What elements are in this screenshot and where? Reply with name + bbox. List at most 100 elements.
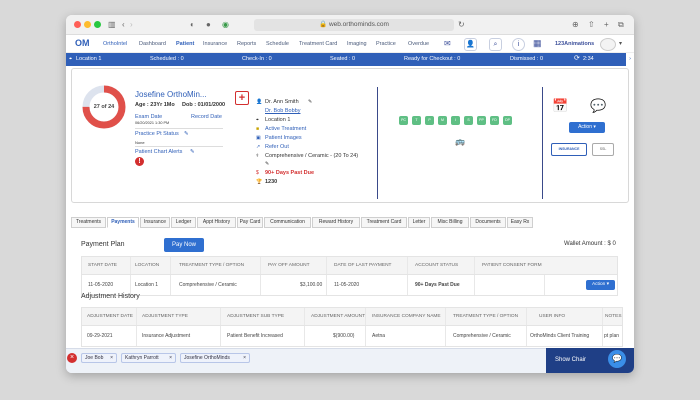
- doctor-primary[interactable]: Dr. Ann Smith: [265, 99, 299, 105]
- edit-icon[interactable]: ✎: [308, 99, 312, 105]
- patient-name[interactable]: Josefine OrthoMin...: [135, 90, 207, 99]
- grammarly-icon[interactable]: ◉: [222, 19, 229, 31]
- chevron-down-icon[interactable]: ▾: [619, 40, 622, 47]
- nav-orthointel[interactable]: OrthoIntel: [103, 41, 127, 47]
- tab-treatments[interactable]: Treatments: [71, 217, 106, 228]
- table-row[interactable]: 09-29-2021 Insurance Adjustment Patient …: [81, 326, 623, 347]
- tab-ledger[interactable]: Ledger: [171, 217, 196, 228]
- alert-icon[interactable]: !: [135, 157, 144, 166]
- edit-icon[interactable]: ✎: [265, 161, 269, 167]
- treatment-step-pp[interactable]: PP: [477, 116, 486, 125]
- open-patient-chip[interactable]: Josefine OrthoMinds ×: [180, 353, 250, 363]
- tab-treatment-card[interactable]: Treatment Card: [361, 217, 407, 228]
- patient-images-link[interactable]: Patient Images: [265, 135, 302, 141]
- ssl-badge[interactable]: SSL: [592, 143, 614, 156]
- edit-icon[interactable]: ✎: [184, 131, 189, 137]
- close-all-icon[interactable]: ×: [67, 353, 77, 363]
- close-window-button[interactable]: [74, 21, 81, 28]
- treatment-step-i[interactable]: I: [451, 116, 460, 125]
- chat-icon[interactable]: 💬: [590, 98, 606, 114]
- calendar-add-icon[interactable]: 📅: [552, 98, 568, 114]
- treatment-step-p[interactable]: P: [425, 116, 434, 125]
- bus-icon[interactable]: 🚌: [455, 137, 465, 146]
- ready-checkout-count[interactable]: Ready for Checkout : 0: [404, 56, 460, 62]
- chart-alerts-label[interactable]: Patient Chart Alerts: [135, 149, 182, 155]
- nav-reports[interactable]: Reports: [237, 41, 256, 47]
- record-date-label[interactable]: Record Date: [191, 114, 222, 120]
- share-icon[interactable]: ⇧: [588, 19, 595, 31]
- close-icon[interactable]: ×: [169, 354, 172, 362]
- scheduled-count[interactable]: Scheduled : 0: [150, 56, 184, 62]
- tab-easy-rx[interactable]: Easy Rx: [507, 217, 533, 228]
- open-patient-chip[interactable]: Joe Bob ×: [81, 353, 117, 363]
- nav-imaging[interactable]: Imaging: [347, 41, 367, 47]
- table-row[interactable]: 11-05-2020 Location 1 Comprehensive / Ce…: [81, 275, 618, 296]
- nav-schedule[interactable]: Schedule: [266, 41, 289, 47]
- tab-misc-billing[interactable]: Misc Billing: [431, 217, 469, 228]
- pt-status-label[interactable]: Practice Pt Status: [135, 131, 179, 137]
- app-logo[interactable]: OM: [75, 38, 90, 48]
- add-user-icon[interactable]: 👤: [464, 38, 477, 51]
- nav-overdue[interactable]: Overdue: [408, 41, 429, 47]
- nav-treatment-card[interactable]: Treatment Card: [299, 41, 337, 47]
- treatment-step-pc[interactable]: PC: [399, 116, 408, 125]
- refresh-icon[interactable]: ⟳: [574, 54, 580, 62]
- close-icon[interactable]: ×: [110, 354, 113, 362]
- maximize-window-button[interactable]: [94, 21, 101, 28]
- mail-icon[interactable]: ✉: [444, 39, 451, 48]
- back-icon[interactable]: ‹: [122, 19, 125, 31]
- insurance-badge[interactable]: INSURANCE: [551, 143, 587, 156]
- past-due-status[interactable]: 90+ Days Past Due: [265, 170, 314, 176]
- tab-pay-card[interactable]: Pay Card: [237, 217, 263, 228]
- exam-date-label[interactable]: Exam Date: [135, 114, 162, 120]
- seated-count[interactable]: Seated : 0: [330, 56, 355, 62]
- action-dropdown-button[interactable]: Action ▾: [569, 122, 605, 133]
- nav-insurance[interactable]: Insurance: [203, 41, 227, 47]
- calendar-icon[interactable]: ▦: [533, 38, 542, 49]
- treatment-step-dp[interactable]: DP: [503, 116, 512, 125]
- dismissed-count[interactable]: Dismissed : 0: [510, 56, 543, 62]
- new-tab-icon[interactable]: +: [604, 19, 609, 31]
- browser-window: ▥ ‹ › ◐ ● ◉ 🔒 web.orthominds.com ↻ ⊕ ⇧ +…: [66, 15, 634, 373]
- treatment-step-fd[interactable]: FD: [490, 116, 499, 125]
- tab-appt-history[interactable]: Appt History: [197, 217, 236, 228]
- nav-practice[interactable]: Practice: [376, 41, 396, 47]
- sidebar-icon[interactable]: ▥: [108, 19, 116, 31]
- user-name[interactable]: 123Animations: [555, 41, 594, 47]
- reload-icon[interactable]: ↻: [458, 19, 465, 31]
- tab-insurance[interactable]: Insurance: [140, 217, 170, 228]
- tabs-overview-icon[interactable]: ⧉: [618, 19, 624, 31]
- edit-icon[interactable]: ✎: [190, 149, 195, 155]
- treatment-status[interactable]: Active Treatment: [265, 126, 306, 132]
- info-icon[interactable]: i: [512, 38, 525, 51]
- extension-icon[interactable]: ●: [206, 19, 211, 31]
- pay-now-button[interactable]: Pay Now: [164, 238, 204, 252]
- doctor-secondary[interactable]: Dr. Bob Bobby: [265, 108, 300, 114]
- search-icon[interactable]: ⌕: [489, 38, 502, 51]
- collapse-arrow-icon[interactable]: ›: [626, 53, 634, 66]
- nav-dashboard[interactable]: Dashboard: [139, 41, 166, 47]
- shield-icon[interactable]: ◐: [190, 19, 195, 31]
- user-avatar[interactable]: [600, 38, 616, 51]
- current-location[interactable]: Location 1: [76, 56, 101, 62]
- tab-communication[interactable]: Communication: [264, 217, 311, 228]
- tab-payments[interactable]: Payments: [107, 217, 139, 228]
- chat-icon[interactable]: 💬: [608, 350, 626, 368]
- tab-letter[interactable]: Letter: [408, 217, 430, 228]
- forward-icon[interactable]: ›: [130, 19, 133, 31]
- refer-out-link[interactable]: Refer Out: [265, 144, 289, 150]
- row-action-button[interactable]: Action ▾: [586, 280, 615, 290]
- open-patient-chip[interactable]: Kathryn Parrott ×: [121, 353, 176, 363]
- download-icon[interactable]: ⊕: [572, 19, 579, 31]
- treatment-step-m[interactable]: M: [438, 116, 447, 125]
- medical-alert-button[interactable]: +: [235, 91, 249, 105]
- minimize-window-button[interactable]: [84, 21, 91, 28]
- checkin-count[interactable]: Check-In : 0: [242, 56, 272, 62]
- tab-documents[interactable]: Documents: [470, 217, 506, 228]
- address-bar[interactable]: 🔒 web.orthominds.com: [254, 19, 454, 31]
- tab-reward-history[interactable]: Reward History: [312, 217, 360, 228]
- nav-patient[interactable]: Patient: [176, 41, 194, 47]
- treatment-step-s[interactable]: S: [464, 116, 473, 125]
- treatment-step-t[interactable]: T: [412, 116, 421, 125]
- close-icon[interactable]: ×: [243, 354, 246, 362]
